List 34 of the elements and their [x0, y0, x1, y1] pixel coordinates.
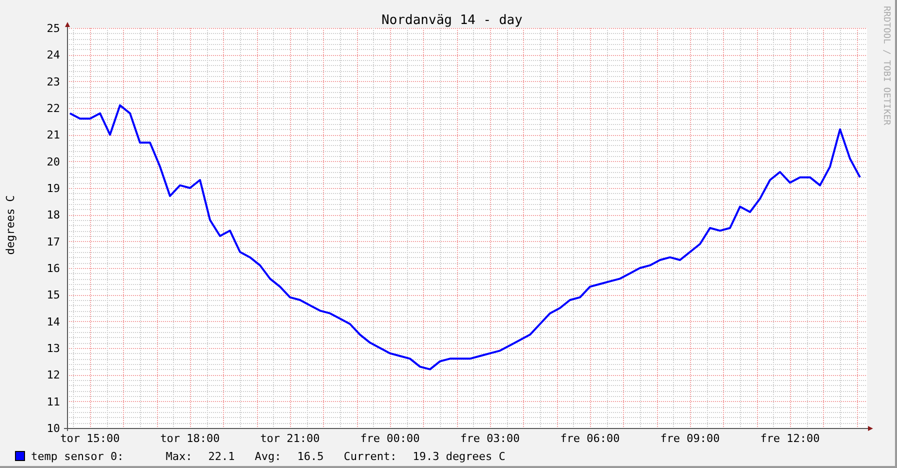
x-tick-label: tor 15:00	[60, 432, 120, 445]
stat-value: 22.1	[208, 450, 235, 462]
stat-value: 16.5	[297, 450, 324, 462]
y-tick-label: 25	[46, 22, 60, 35]
y-tick-label: 13	[46, 342, 60, 355]
credit-text: RRDTOOL / TOBI OETIKER	[881, 6, 891, 126]
x-tick-label: fre 06:00	[560, 432, 620, 445]
chart-title: Nordanväg 14 - day	[382, 13, 522, 28]
y-tick-label: 23	[46, 75, 60, 88]
y-tick-label: 18	[46, 208, 60, 222]
y-tick-label: 20	[46, 155, 60, 168]
stat-label: Avg:	[254, 450, 282, 462]
y-tick-label: 24	[46, 48, 60, 62]
y-tick-label: 11	[46, 395, 60, 408]
y-axis-label: degrees C	[4, 195, 17, 255]
y-tick-label: 22	[46, 102, 60, 115]
x-tick-label: fre 09:00	[660, 432, 720, 445]
x-tick-label: tor 18:00	[160, 432, 220, 445]
y-tick-label: 21	[46, 128, 60, 142]
x-tick-label: fre 12:00	[760, 432, 820, 445]
y-tick-label: 17	[46, 235, 60, 248]
y-tick-label: 15	[46, 288, 60, 302]
x-tick-label: tor 21:00	[260, 432, 320, 445]
legend-label: temp sensor 0:	[31, 450, 124, 462]
stat-label: Current:	[344, 450, 397, 462]
y-tick-label: 10	[46, 422, 60, 435]
stat-value: 19.3 degrees C	[412, 450, 506, 462]
stat-label: Max:	[166, 450, 192, 462]
x-tick-label: fre 00:00	[360, 432, 420, 445]
x-tick-label: fre 03:00	[460, 432, 520, 445]
y-tick-label: 12	[46, 368, 60, 382]
y-tick-label: 19	[46, 182, 60, 195]
y-tick-label: 14	[46, 315, 60, 328]
y-tick-label: 16	[46, 262, 60, 275]
